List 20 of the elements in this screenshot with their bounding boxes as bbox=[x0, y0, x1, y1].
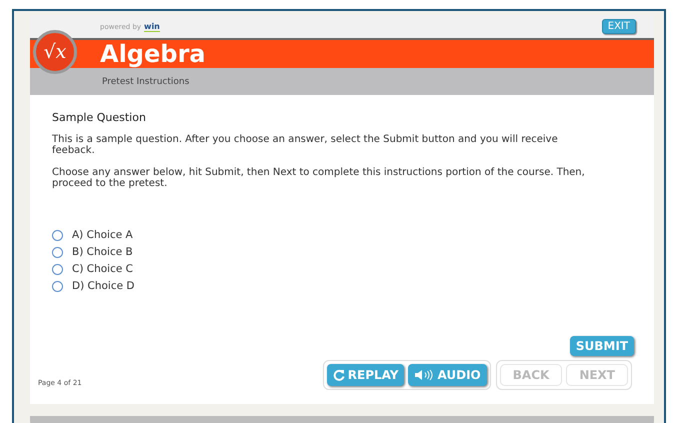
radio-button[interactable] bbox=[52, 280, 63, 292]
choice-label[interactable]: B) Choice B bbox=[72, 246, 133, 258]
question-heading: Sample Question bbox=[52, 111, 147, 124]
speaker-icon bbox=[414, 369, 434, 381]
replay-button[interactable]: REPLAY bbox=[326, 364, 404, 386]
radio-button[interactable] bbox=[52, 246, 63, 258]
submit-button[interactable]: SUBMIT bbox=[570, 336, 634, 356]
instruction-text: Choose any answer below, hit Submit, then Next to complete this instructions portion of the course. Then, proceed to the pretest. bbox=[52, 167, 586, 189]
exit-button[interactable]: EXIT bbox=[602, 19, 636, 34]
choice-label[interactable]: D) Choice D bbox=[72, 280, 135, 292]
instruction-text: This is a sample question. After you choose an answer, select the Submit button and you will receive feeback. bbox=[52, 134, 559, 156]
radio-button[interactable] bbox=[52, 264, 63, 274]
course-title: Algebra bbox=[100, 40, 206, 68]
radio-button[interactable] bbox=[52, 230, 63, 240]
refresh-icon bbox=[332, 369, 345, 381]
audio-button[interactable]: AUDIO bbox=[408, 364, 487, 386]
section-subtitle: Pretest Instructions bbox=[102, 76, 190, 86]
choice-label[interactable]: A) Choice A bbox=[72, 229, 133, 241]
brand-logo: win bbox=[144, 22, 160, 32]
choice-label[interactable]: C) Choice C bbox=[72, 263, 133, 275]
